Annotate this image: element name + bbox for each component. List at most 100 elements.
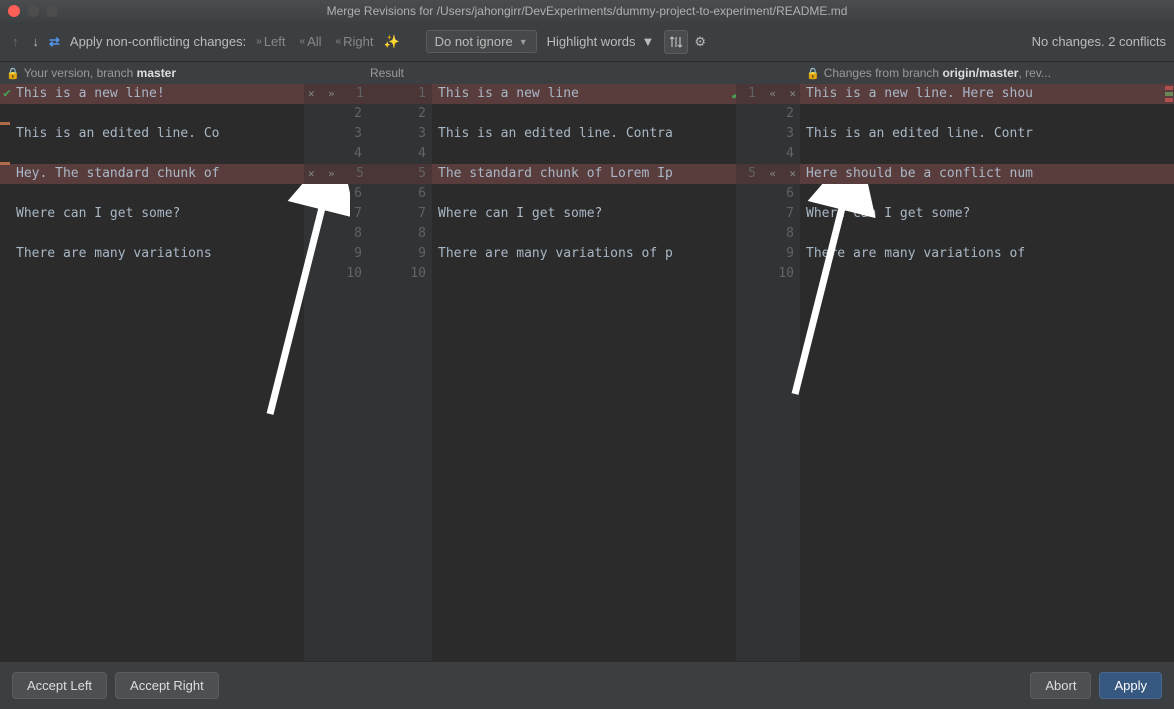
gutter-row: 3 <box>304 124 368 144</box>
code-line[interactable]: This is a new line <box>432 84 736 104</box>
gutter-row: 6 <box>368 184 432 204</box>
apply-button[interactable]: Apply <box>1099 672 1162 699</box>
swap-icon[interactable]: ⇄ <box>49 34 60 50</box>
apply-label: Apply non-conflicting changes: <box>70 34 246 49</box>
code-line[interactable] <box>0 144 304 164</box>
code-line[interactable] <box>800 144 1174 164</box>
code-line[interactable]: Where can I get some? <box>800 204 1174 224</box>
code-line[interactable] <box>800 104 1174 124</box>
code-line[interactable] <box>0 184 304 204</box>
conflict-marker[interactable] <box>1165 86 1173 90</box>
gutter-row: ✕»1 <box>304 84 368 104</box>
chevrons-left-icon: « <box>300 36 306 47</box>
code-line[interactable]: Where can I get some? <box>0 204 304 224</box>
code-line[interactable] <box>800 224 1174 244</box>
gutter-row: 10 <box>368 264 432 284</box>
gutter-row: 10 <box>304 264 368 284</box>
code-line[interactable]: This is a new line! <box>0 84 304 104</box>
code-line[interactable] <box>432 184 736 204</box>
code-line[interactable]: The standard chunk of Lorem Ip <box>432 164 736 184</box>
code-line[interactable]: Hey. The standard chunk of <box>0 164 304 184</box>
gutter-row: 8 <box>736 224 800 244</box>
code-line[interactable]: There are many variations of <box>800 244 1174 264</box>
accept-change-icon[interactable]: « <box>769 84 776 104</box>
code-line[interactable] <box>0 104 304 124</box>
pane-headers: 🔒 Your version, branch master Result 🔒 C… <box>0 62 1174 84</box>
gutter-row: 2 <box>736 104 800 124</box>
code-line[interactable]: This is an edited line. Contra <box>432 124 736 144</box>
code-line[interactable]: There are many variations <box>0 244 304 264</box>
resolved-check-icon[interactable]: ✔ <box>0 84 14 104</box>
right-pane-header: 🔒 Changes from branch origin/master, rev… <box>800 62 1174 84</box>
code-line[interactable] <box>432 264 736 284</box>
code-line[interactable]: This is a new line. Here shou <box>800 84 1174 104</box>
code-line[interactable]: There are many variations of p <box>432 244 736 264</box>
gutter-row: 6 <box>736 184 800 204</box>
reject-change-icon[interactable]: ✕ <box>308 164 315 184</box>
highlight-mode-dropdown[interactable]: Highlight words▼ <box>543 31 659 52</box>
gutter-row: 7 <box>304 204 368 224</box>
gutter-row: 7 <box>368 204 432 224</box>
merge-toolbar: ↑ ↓ ⇄ Apply non-conflicting changes: »Le… <box>0 22 1174 62</box>
magic-resolve-icon[interactable]: ✨ <box>383 34 399 50</box>
change-marker[interactable] <box>1165 92 1173 96</box>
gutter-row: 8 <box>304 224 368 244</box>
sync-scroll-icon <box>669 35 683 49</box>
next-change-icon[interactable]: ↓ <box>29 31 44 52</box>
lock-icon: 🔒 <box>806 67 820 80</box>
ignore-whitespace-dropdown[interactable]: Do not ignore▼ <box>426 30 537 53</box>
right-pane[interactable]: This is a new line. Here shou This is an … <box>800 84 1174 661</box>
accept-change-icon[interactable]: « <box>769 164 776 184</box>
gutter-row: 2 <box>368 104 432 124</box>
accept-change-icon[interactable]: » <box>328 164 335 184</box>
gutter-row: 9 <box>736 244 800 264</box>
merge-diff-view: ✔ This is a new line! This is an edited l… <box>0 84 1174 661</box>
gutter-row: 6 <box>304 184 368 204</box>
gutter-row: 1«✕ <box>736 84 800 104</box>
change-marker <box>0 122 10 125</box>
code-line[interactable] <box>432 144 736 164</box>
apply-left-link[interactable]: »Left <box>252 32 289 51</box>
gutter-row: 7 <box>736 204 800 224</box>
lock-icon: 🔒 <box>6 67 20 80</box>
gutter-row: 1 <box>368 84 432 104</box>
gutter-row: 3 <box>736 124 800 144</box>
chevrons-right-icon: » <box>256 36 262 47</box>
gear-icon[interactable]: ⚙ <box>694 34 706 50</box>
gutter-row: 4 <box>304 144 368 164</box>
left-pane[interactable]: ✔ This is a new line! This is an edited l… <box>0 84 304 661</box>
gutter-row: 5«✕ <box>736 164 800 184</box>
code-line[interactable] <box>800 184 1174 204</box>
gutter-row: 9 <box>368 244 432 264</box>
apply-right-link[interactable]: «Right <box>332 32 378 51</box>
reject-change-icon[interactable]: ✕ <box>789 84 796 104</box>
code-line[interactable] <box>432 224 736 244</box>
scrollbar-markers <box>726 84 736 661</box>
code-line[interactable] <box>0 224 304 244</box>
prev-change-icon[interactable]: ↑ <box>8 31 23 52</box>
accept-right-button[interactable]: Accept Right <box>115 672 219 699</box>
left-pane-header: 🔒 Your version, branch master <box>0 62 304 84</box>
code-line[interactable] <box>432 104 736 124</box>
gutter-row: 2 <box>304 104 368 124</box>
reject-change-icon[interactable]: ✕ <box>789 164 796 184</box>
code-line[interactable]: This is an edited line. Contr <box>800 124 1174 144</box>
result-pane[interactable]: ✔✔ This is a new lineThis is an edited l… <box>432 84 736 661</box>
chevrons-left-icon: « <box>336 36 342 47</box>
code-line[interactable]: This is an edited line. Co <box>0 124 304 144</box>
accept-change-icon[interactable]: » <box>328 84 335 104</box>
gutter-row: 4 <box>368 144 432 164</box>
sync-scroll-button[interactable] <box>664 30 688 54</box>
code-line[interactable] <box>0 264 304 284</box>
titlebar: Merge Revisions for /Users/jahongirr/Dev… <box>0 0 1174 22</box>
code-line[interactable] <box>800 264 1174 284</box>
reject-change-icon[interactable]: ✕ <box>308 84 315 104</box>
accept-left-button[interactable]: Accept Left <box>12 672 107 699</box>
window-title: Merge Revisions for /Users/jahongirr/Dev… <box>0 4 1174 18</box>
apply-all-link[interactable]: «All <box>296 32 326 51</box>
conflict-marker[interactable] <box>1165 98 1173 102</box>
code-line[interactable]: Where can I get some? <box>432 204 736 224</box>
code-line[interactable]: Here should be a conflict num <box>800 164 1174 184</box>
gutter-row: 3 <box>368 124 432 144</box>
abort-button[interactable]: Abort <box>1030 672 1091 699</box>
